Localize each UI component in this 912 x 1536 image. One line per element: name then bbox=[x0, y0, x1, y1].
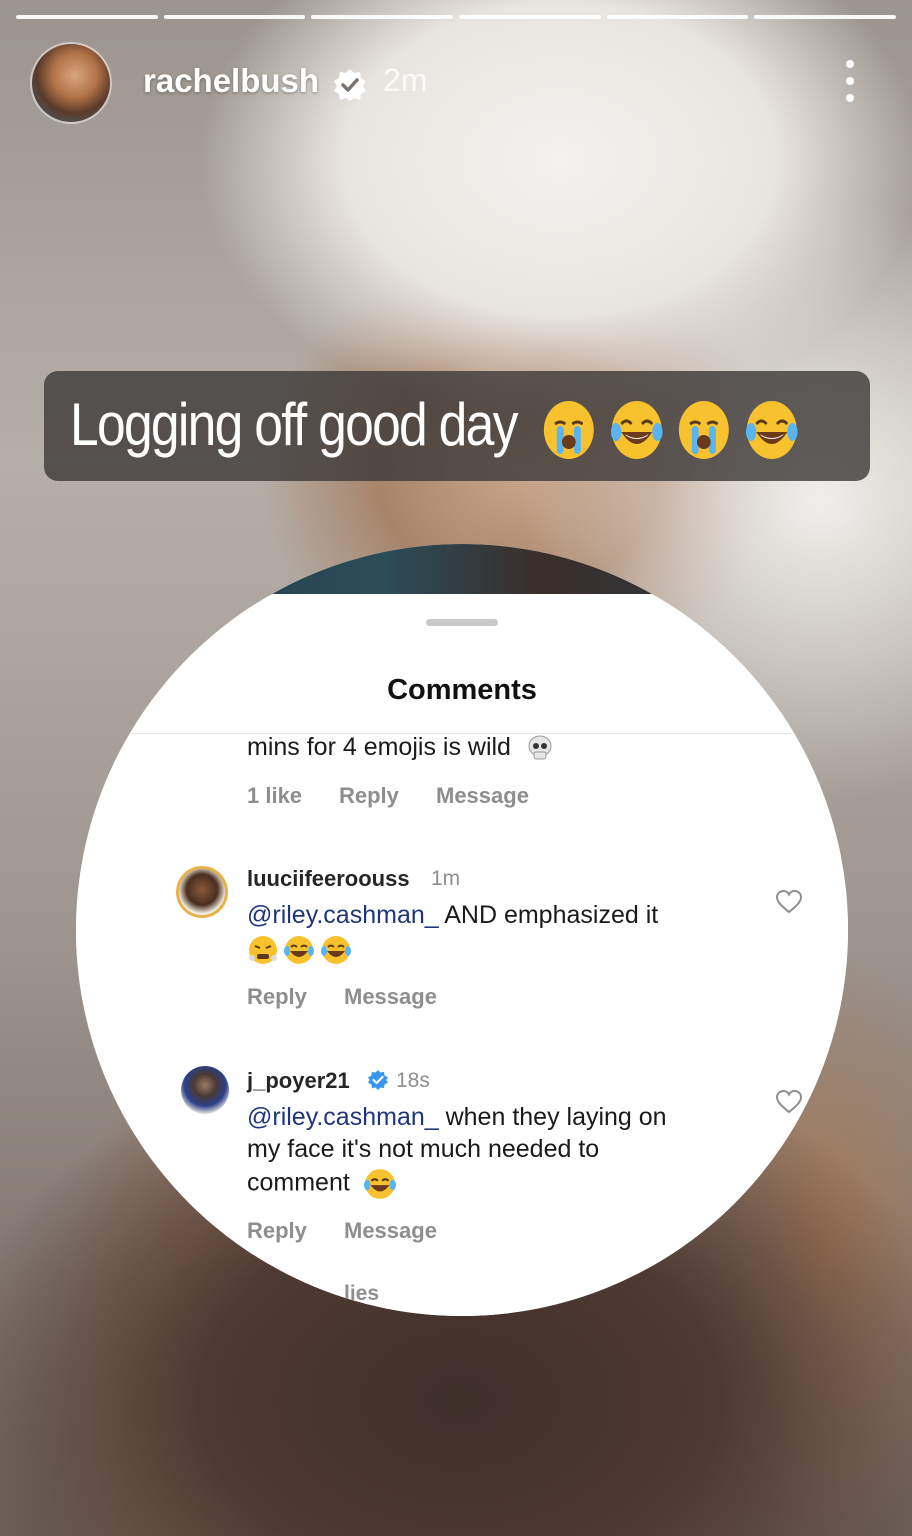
like-heart-icon[interactable] bbox=[776, 1090, 802, 1114]
message-button[interactable]: Message bbox=[344, 1218, 437, 1244]
comment-text: @riley.cashman_ AND emphasized it bbox=[247, 901, 658, 930]
verified-badge-icon bbox=[334, 69, 366, 101]
comment-like-count[interactable]: 1 like bbox=[247, 783, 302, 809]
story-header: rachelbush 2m bbox=[30, 42, 880, 124]
sheet-drag-handle[interactable] bbox=[426, 619, 498, 626]
comments-screenshot-sticker: Comments mins for 4 emojis is wild 1 lik… bbox=[76, 544, 848, 1316]
more-options-icon[interactable] bbox=[840, 60, 860, 102]
progress-segment bbox=[754, 15, 897, 19]
reply-button[interactable]: Reply bbox=[339, 783, 399, 809]
progress-segment bbox=[606, 15, 749, 19]
crying-face-emoji-icon bbox=[543, 400, 594, 459]
progress-segment bbox=[16, 15, 158, 19]
progress-segment bbox=[459, 15, 601, 19]
tears-of-joy-emoji-icon bbox=[610, 400, 663, 459]
comment-body: comment bbox=[247, 1168, 350, 1197]
profile-avatar[interactable] bbox=[30, 42, 112, 124]
comment-text-line: comment bbox=[247, 1167, 397, 1201]
progress-segment bbox=[163, 15, 306, 19]
story-username[interactable]: rachelbush bbox=[143, 62, 319, 100]
mention-link[interactable]: @riley.cashman_ bbox=[247, 1103, 439, 1131]
comment-body: mins for 4 emojis is wild bbox=[247, 733, 511, 761]
commenter-avatar[interactable] bbox=[176, 866, 228, 918]
story-progress-bar bbox=[16, 15, 897, 19]
caption-words: Logging off good day bbox=[70, 391, 518, 459]
tears-of-joy-emoji-icon bbox=[363, 1169, 396, 1199]
comment-username[interactable]: j_poyer21 bbox=[247, 1068, 350, 1094]
comments-sheet: Comments mins for 4 emojis is wild 1 lik… bbox=[76, 594, 848, 1316]
comment-body: AND emphasized it bbox=[438, 901, 659, 929]
tears-of-joy-emoji-icon bbox=[284, 936, 315, 964]
story-timestamp: 2m bbox=[383, 62, 428, 98]
tears-of-joy-emoji-icon bbox=[746, 400, 798, 459]
comment-timestamp: 18s bbox=[396, 1069, 430, 1092]
like-heart-icon[interactable] bbox=[776, 890, 802, 914]
story-caption: Logging off good day bbox=[44, 371, 870, 481]
mention-link[interactable]: @riley.cashman_ bbox=[247, 901, 439, 929]
comment-text-line: my face it's not much needed to bbox=[247, 1135, 600, 1163]
comment-text-line: @riley.cashman_ when they laying on bbox=[247, 1103, 667, 1132]
verified-badge-icon bbox=[368, 1070, 388, 1090]
comment-body: when they laying on bbox=[438, 1103, 667, 1131]
sheet-title: Comments bbox=[387, 674, 537, 706]
skull-emoji-icon bbox=[528, 735, 552, 760]
face-with-steam-emoji-icon bbox=[249, 936, 277, 964]
message-button[interactable]: Message bbox=[344, 984, 437, 1010]
caption-text: Logging off good day bbox=[70, 390, 799, 461]
progress-segment bbox=[311, 15, 454, 19]
partial-comment-text: mins for 4 emojis is wild bbox=[247, 733, 554, 762]
reply-button[interactable]: Reply bbox=[247, 1218, 307, 1244]
reply-button[interactable]: Reply bbox=[247, 984, 307, 1010]
message-button[interactable]: Message bbox=[436, 783, 529, 809]
view-replies-link[interactable]: lies bbox=[344, 1282, 379, 1306]
comment-emojis bbox=[247, 934, 352, 966]
tears-of-joy-emoji-icon bbox=[320, 936, 351, 964]
comment-timestamp: 1m bbox=[431, 867, 461, 890]
comment-username[interactable]: luuciifeeroouss bbox=[247, 866, 410, 892]
crying-face-emoji-icon bbox=[679, 400, 730, 459]
sticker-top-strip bbox=[76, 544, 848, 596]
commenter-avatar[interactable] bbox=[181, 1066, 229, 1114]
